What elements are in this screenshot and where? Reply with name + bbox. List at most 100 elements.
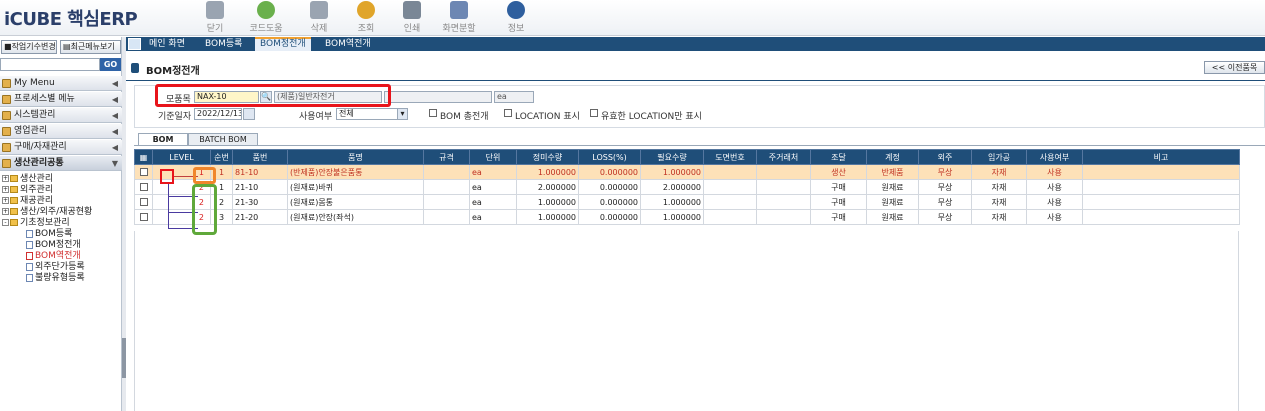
col-code[interactable]: 품번 [232,149,288,165]
col-select[interactable]: ▦ [134,149,153,165]
cell-drawing[interactable] [703,194,757,210]
row-checkbox[interactable] [139,213,148,221]
cell-code[interactable]: 21-20 [232,209,288,225]
chevron-down-icon[interactable]: ▾ [397,108,408,120]
table-row[interactable]: 1 1 81-10 (반제품)안장불은품통 ea 1.000000 0.000000 1.00… [134,164,1240,180]
cell-loss[interactable]: 0.000000 [578,179,641,195]
col-name[interactable]: 품명 [287,149,424,165]
tree-item-outsource-price[interactable]: 외주단가등록 [26,262,85,273]
cell-drawing[interactable] [703,179,757,195]
cell-use[interactable]: 사용 [1026,164,1083,180]
tab-main[interactable]: 메인 화면 [144,37,190,51]
cell-net-qty[interactable]: 1.000000 [516,209,579,225]
menu-system[interactable]: 시스템관리 ◀ [0,108,122,123]
base-date-input[interactable]: 2022/12/13 [194,108,242,120]
cell-name[interactable]: (원재료)안장(좌석) [287,209,424,225]
home-icon[interactable] [128,38,141,50]
cell-account[interactable]: 반제품 [866,164,919,180]
close-button[interactable]: 닫기 [193,1,237,35]
row-checkbox[interactable] [139,183,148,191]
tab-bom-register[interactable]: BOM등록 [200,37,247,51]
cell-processing[interactable]: 자재 [971,209,1027,225]
calendar-icon[interactable] [243,108,255,120]
table-row[interactable]: 2 2 21-30 (원재료)몸통 ea 1.000000 0.000000 1.000000… [134,194,1240,210]
cell-account[interactable]: 원재료 [866,209,919,225]
tree-item-defect-type[interactable]: 불량유형등록 [26,273,85,284]
location-checkbox[interactable] [504,109,512,117]
cell-outsource[interactable]: 무상 [918,194,972,210]
go-button[interactable]: GO [100,58,121,71]
split-screen-button[interactable]: 화면분할 [437,1,481,35]
cell-req-qty[interactable]: 1.000000 [640,209,704,225]
cell-loss[interactable]: 0.000000 [578,194,641,210]
tree-item-status[interactable]: + 생산/외주/재공현황 [2,207,92,218]
menu-purchase[interactable]: 구매/자재관리 ◀ [0,140,122,155]
cell-req-qty[interactable]: 1.000000 [640,194,704,210]
cell-name[interactable]: (반제품)안장불은품통 [287,164,424,180]
menu-production-common[interactable]: 생산관리공통 ▼ [0,156,122,171]
table-row[interactable]: 2 3 21-20 (원재료)안장(좌석) ea 1.000000 0.000000 1.00… [134,209,1240,225]
cell-outsource[interactable]: 무상 [918,209,972,225]
col-use[interactable]: 사용여부 [1026,149,1083,165]
cell-unit[interactable]: ea [469,209,517,225]
cell-processing[interactable]: 자재 [971,194,1027,210]
cell-processing[interactable]: 자재 [971,164,1027,180]
cell-unit[interactable]: ea [469,179,517,195]
bom-all-checkbox[interactable] [429,109,437,117]
tree-item-bom-forward[interactable]: BOM정전개 [26,240,81,251]
col-procure[interactable]: 조달 [810,149,867,165]
col-level[interactable]: LEVEL [152,149,211,165]
cell-net-qty[interactable]: 2.000000 [516,179,579,195]
expand-toggle-highlight[interactable] [160,169,174,184]
cell-vendor[interactable] [756,164,811,180]
tree-item-basic-info[interactable]: - 기초정보관리 [2,218,70,229]
cell-spec[interactable] [423,209,470,225]
cell-note[interactable] [1082,209,1240,225]
cell-account[interactable]: 원재료 [866,194,919,210]
col-spec[interactable]: 규격 [423,149,470,165]
col-note[interactable]: 비고 [1082,149,1240,165]
cell-use[interactable]: 사용 [1026,209,1083,225]
menu-process[interactable]: 프로세스별 메뉴 ◀ [0,92,122,107]
cell-loss[interactable]: 0.000000 [578,209,641,225]
cell-name[interactable]: (원재료)몸통 [287,194,424,210]
row-checkbox-cell[interactable] [134,194,153,210]
row-checkbox[interactable] [139,198,148,206]
col-processing[interactable]: 임가공 [971,149,1027,165]
cell-loss[interactable]: 0.000000 [578,164,641,180]
cell-drawing[interactable] [703,209,757,225]
menu-sales[interactable]: 영업관리 ◀ [0,124,122,139]
row-checkbox[interactable] [139,168,148,176]
cell-account[interactable]: 원재료 [866,179,919,195]
cell-code[interactable]: 21-10 [232,179,288,195]
cell-vendor[interactable] [756,179,811,195]
cell-unit[interactable]: ea [469,194,517,210]
table-row[interactable]: 2 1 21-10 (원재료)바퀴 ea 2.000000 0.000000 2.000000… [134,179,1240,195]
row-checkbox-cell[interactable] [134,209,153,225]
cell-code[interactable]: 21-30 [232,194,288,210]
cell-net-qty[interactable]: 1.000000 [516,164,579,180]
cell-vendor[interactable] [756,194,811,210]
search-button[interactable]: 조회 [344,1,388,35]
col-drawing[interactable]: 도면번호 [703,149,757,165]
cell-net-qty[interactable]: 1.000000 [516,194,579,210]
cell-outsource[interactable]: 무상 [918,164,972,180]
menu-search-input[interactable] [0,58,100,71]
cell-note[interactable] [1082,164,1240,180]
row-checkbox-cell[interactable] [134,164,153,180]
cell-req-qty[interactable]: 2.000000 [640,179,704,195]
cell-procure[interactable]: 구매 [810,209,867,225]
tree-item-outsourcing[interactable]: + 외주관리 [2,185,53,196]
menu-my-menu[interactable]: My Menu ◀ [0,76,122,91]
cell-use[interactable]: 사용 [1026,179,1083,195]
cell-code[interactable]: 81-10 [232,164,288,180]
recent-menu-button[interactable]: ▤최근메뉴보기 [60,40,121,54]
cell-spec[interactable] [423,179,470,195]
cell-vendor[interactable] [756,209,811,225]
cell-unit[interactable]: ea [469,164,517,180]
col-net-qty[interactable]: 정미수량 [516,149,579,165]
cell-note[interactable] [1082,194,1240,210]
col-req-qty[interactable]: 필요수량 [640,149,704,165]
cell-req-qty[interactable]: 1.000000 [640,164,704,180]
col-loss[interactable]: LOSS(%) [578,149,641,165]
